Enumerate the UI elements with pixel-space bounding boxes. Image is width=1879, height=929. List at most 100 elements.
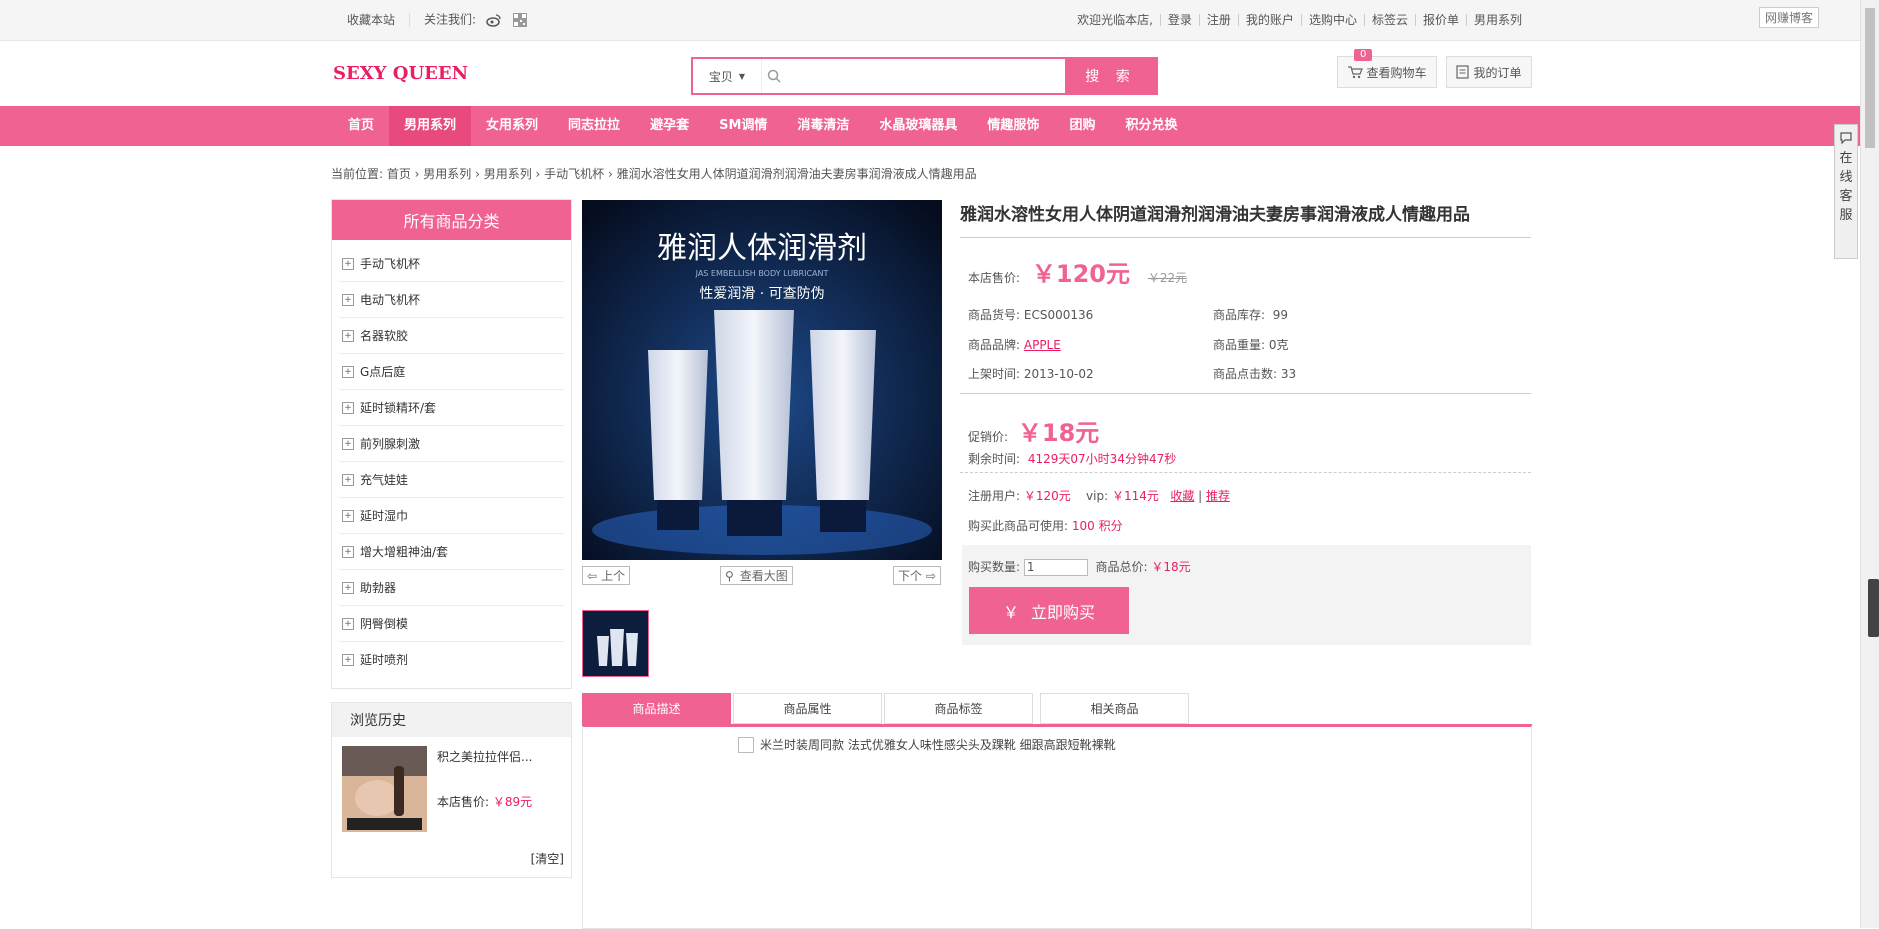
nav-item-cleaning[interactable]: 消毒清洁 (782, 106, 864, 146)
yen-icon: ￥ (1002, 602, 1019, 622)
search-button[interactable]: 搜 索 (1065, 59, 1156, 93)
history-product-name[interactable]: 积之美拉拉伴侣... (437, 748, 532, 765)
category-item[interactable]: + 助勃器 (339, 570, 564, 606)
category-item[interactable]: + 电动飞机杯 (339, 282, 564, 318)
member-price-row: 注册用户: ￥120元 vip: ￥114元 收藏 | 推荐 (968, 489, 1231, 503)
history-product-image[interactable] (342, 746, 427, 832)
nav-item-men[interactable]: 男用系列 (389, 106, 472, 146)
brand-row: 商品品牌: APPLE (968, 338, 1061, 352)
brand-link[interactable]: APPLE (1024, 338, 1061, 352)
nav-item-groupbuy[interactable]: 团购 (1054, 106, 1110, 146)
breadcrumb[interactable]: 当前位置: 首页 › 男用系列 › 男用系列 › 手动飞机杯 › 雅润水溶性女用… (331, 165, 977, 182)
qrcode-icon[interactable] (512, 12, 528, 28)
weibo-icon[interactable] (486, 12, 502, 28)
cart-button[interactable]: 0 查看购物车 (1337, 49, 1437, 88)
recommend-link[interactable]: 推荐 (1206, 489, 1230, 503)
plus-icon[interactable]: + (342, 653, 354, 666)
view-large-button[interactable]: ⚲ 查看大图 (720, 566, 793, 585)
click-count-row: 商品点击数: 33 (1213, 367, 1297, 381)
caret-down-icon: ▼ (738, 71, 746, 81)
tag-cloud-link[interactable]: 标签云 (1363, 14, 1415, 26)
image-subtitle-text: 性爱润滑 · 可查防伪 (699, 285, 824, 302)
history-product-price: 本店售价: ￥89元 (437, 795, 533, 809)
plus-icon[interactable]: + (342, 617, 354, 630)
tab-tags[interactable]: 商品标签 (884, 693, 1033, 724)
search-category-select[interactable]: 宝贝 ▼ (693, 59, 762, 93)
site-logo[interactable]: SEXY QUEEN (333, 63, 468, 84)
divider (960, 472, 1531, 473)
nav-item-condoms[interactable]: 避孕套 (635, 106, 704, 146)
promo-price: ￥18元 (1017, 419, 1100, 447)
header: SEXY QUEEN 宝贝 ▼ 搜 索 0 查看购物车 我的订单 (0, 41, 1860, 107)
category-item[interactable]: + 增大增粗神油/套 (339, 534, 564, 570)
nav-item-sm[interactable]: SM调情 (704, 106, 782, 146)
tab-related[interactable]: 相关商品 (1040, 693, 1189, 724)
arrow-left-icon: ⇦ (587, 568, 598, 583)
scrollbar-thumb[interactable] (1865, 8, 1875, 148)
history-title: 浏览历史 (332, 703, 571, 737)
product-main-image[interactable]: 雅润人体润滑剂 JAS EMBELLISH BODY LUBRICANT 性爱润… (582, 200, 942, 560)
plus-icon[interactable]: + (342, 473, 354, 486)
shopping-center-link[interactable]: 选购中心 (1300, 14, 1364, 26)
plus-icon[interactable]: + (342, 401, 354, 414)
account-link[interactable]: 我的账户 (1237, 14, 1301, 26)
tab-attributes[interactable]: 商品属性 (733, 693, 882, 724)
sn-row: 商品货号: ECS000136 (968, 308, 1094, 322)
plus-icon[interactable]: + (342, 581, 354, 594)
category-item[interactable]: + 充气娃娃 (339, 462, 564, 498)
category-item[interactable]: + 延时喷剂 (339, 642, 564, 677)
collect-link[interactable]: 收藏 (1170, 489, 1194, 503)
plus-icon[interactable]: + (342, 509, 354, 522)
category-item[interactable]: + 前列腺刺激 (339, 426, 564, 462)
stock-row: 商品库存: 99 (1213, 308, 1288, 322)
search-bar: 宝贝 ▼ 搜 索 (691, 57, 1158, 95)
zoom-icon: ⚲ (725, 568, 734, 583)
category-item[interactable]: + G点后庭 (339, 354, 564, 390)
shop-price-row: 本店售价: ￥120元 ￥22元 (968, 260, 1188, 288)
category-item[interactable]: + 延时湿巾 (339, 498, 564, 534)
plus-icon[interactable]: + (342, 437, 354, 450)
cart-count-badge: 0 (1354, 49, 1373, 61)
remaining-time-row: 剩余时间: 4129天07小时34分钟47秒 (968, 452, 1177, 466)
nav-item-points[interactable]: 积分兑换 (1110, 106, 1192, 146)
shop-price: ￥120元 (1031, 260, 1130, 288)
plus-icon[interactable]: + (342, 293, 354, 306)
nav-item-lgbt[interactable]: 同志拉拉 (553, 106, 635, 146)
quote-link[interactable]: 报价单 (1414, 14, 1466, 26)
favorite-link[interactable]: 收藏本站 (333, 13, 411, 27)
search-input[interactable] (786, 59, 1065, 93)
nav-item-apparel[interactable]: 情趣服饰 (972, 106, 1054, 146)
plus-icon[interactable]: + (342, 545, 354, 558)
online-service-button[interactable]: 在 线 客 服 (1834, 124, 1858, 259)
history-clear-link[interactable]: [清空] (531, 850, 564, 867)
side-drawer-handle[interactable] (1868, 579, 1879, 637)
my-orders-button[interactable]: 我的订单 (1446, 56, 1532, 88)
category-item[interactable]: + 手动飞机杯 (339, 246, 564, 282)
broken-image-icon (738, 736, 754, 753)
product-thumbnail[interactable] (582, 610, 649, 677)
plus-icon[interactable]: + (342, 365, 354, 378)
buy-now-button[interactable]: ￥ 立即购买 (969, 587, 1129, 634)
main-nav: 首页 男用系列 女用系列 同志拉拉 避孕套 SM调情 消毒清洁 水晶玻璃器具 情… (0, 106, 1860, 146)
page-scrollbar[interactable] (1860, 0, 1879, 928)
blog-badge[interactable]: 网赚博客 (1759, 7, 1820, 28)
register-link[interactable]: 注册 (1198, 14, 1238, 26)
nav-item-women[interactable]: 女用系列 (471, 106, 553, 146)
tab-description[interactable]: 商品描述 (582, 693, 731, 724)
men-series-link[interactable]: 男用系列 (1465, 14, 1529, 26)
order-list-icon (1456, 65, 1470, 79)
quantity-input[interactable]: 1 (1023, 559, 1088, 576)
category-item[interactable]: + 延时锁精环/套 (339, 390, 564, 426)
image-en-text: JAS EMBELLISH BODY LUBRICANT (695, 269, 829, 278)
login-link[interactable]: 登录 (1159, 14, 1199, 26)
prev-image-button[interactable]: ⇦ 上个 (582, 566, 631, 585)
nav-item-crystal[interactable]: 水晶玻璃器具 (864, 106, 972, 146)
category-item[interactable]: + 名器软胶 (339, 318, 564, 354)
plus-icon[interactable]: + (342, 257, 354, 270)
plus-icon[interactable]: + (342, 329, 354, 342)
next-image-button[interactable]: 下个 ⇨ (893, 566, 942, 585)
divider (960, 237, 1531, 238)
weight-row: 商品重量: 0克 (1213, 338, 1289, 352)
category-item[interactable]: + 阴臀倒模 (339, 606, 564, 642)
nav-item-home[interactable]: 首页 (333, 106, 389, 146)
